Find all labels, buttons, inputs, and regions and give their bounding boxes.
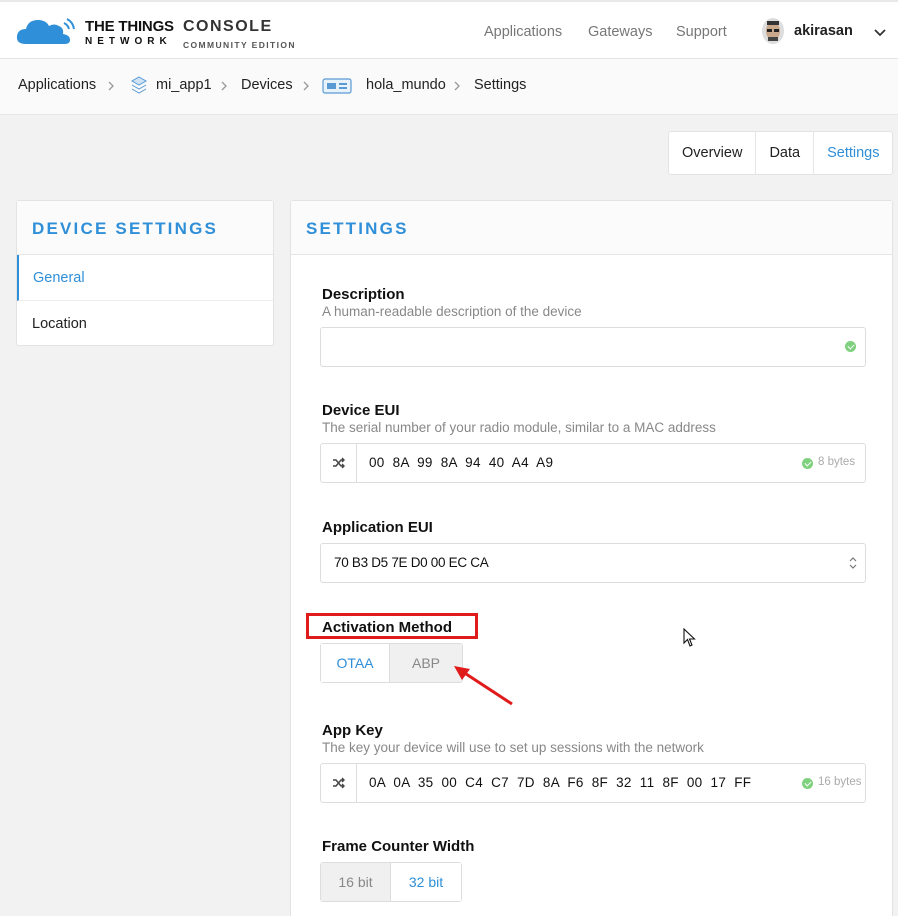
chevron-down-icon[interactable]	[874, 29, 886, 37]
valid-check-icon	[845, 341, 856, 352]
console-title: CONSOLE COMMUNITY EDITION	[183, 18, 296, 51]
device-eui-value: 00 8A 99 8A 94 40 A4 A9	[369, 455, 554, 470]
avatar[interactable]	[762, 18, 784, 44]
breadcrumb-devices[interactable]: Devices	[241, 77, 293, 93]
mouse-cursor-icon	[683, 628, 696, 647]
chevron-right-icon	[108, 81, 114, 91]
device-board-icon	[322, 78, 352, 94]
chevron-right-icon	[303, 81, 309, 91]
frame-counter-option-32[interactable]: 32 bit	[391, 863, 461, 901]
app-eui-select[interactable]: 70 B3 D5 7E D0 00 EC CA	[320, 543, 866, 583]
shuffle-icon[interactable]	[321, 444, 357, 482]
valid-check-icon	[802, 458, 813, 469]
description-label: Description	[322, 286, 405, 303]
description-input[interactable]	[320, 327, 866, 367]
select-arrows-icon	[849, 557, 857, 569]
app-key-label: App Key	[322, 722, 383, 739]
breadcrumb-applications[interactable]: Applications	[18, 77, 96, 93]
application-stack-icon	[130, 76, 148, 94]
shuffle-icon[interactable]	[321, 764, 357, 802]
app-eui-label: Application EUI	[322, 519, 433, 536]
breadcrumb-app[interactable]: mi_app1	[156, 77, 212, 93]
activation-method-toggle: OTAA ABP	[320, 643, 463, 683]
username[interactable]: akirasan	[794, 23, 853, 39]
nav-gateways[interactable]: Gateways	[588, 24, 652, 40]
breadcrumb-device[interactable]: hola_mundo	[366, 77, 446, 93]
ttn-cloud-logo-icon[interactable]	[16, 14, 76, 48]
top-bar: THE THINGS NETWORK CONSOLE COMMUNITY EDI…	[0, 0, 898, 59]
chevron-right-icon	[454, 81, 460, 91]
activation-option-otaa[interactable]: OTAA	[321, 644, 390, 682]
settings-panel: SETTINGS Description A human-readable de…	[290, 200, 893, 916]
app-key-value: 0A 0A 35 00 C4 C7 7D 8A F6 8F 32 11 8F 0…	[369, 775, 752, 790]
app-eui-value: 70 B3 D5 7E D0 00 EC CA	[334, 555, 489, 570]
annotation-highlight-box	[306, 613, 478, 639]
chevron-right-icon	[221, 81, 227, 91]
description-help: A human-readable description of the devi…	[322, 304, 582, 319]
sidebar-item-location[interactable]: Location	[17, 301, 273, 347]
device-eui-help: The serial number of your radio module, …	[322, 420, 716, 435]
breadcrumb-settings: Settings	[474, 77, 527, 93]
sidebar-title: DEVICE SETTINGS	[17, 201, 273, 255]
annotation-arrow-icon	[454, 666, 513, 706]
tab-settings[interactable]: Settings	[814, 132, 892, 174]
tab-overview[interactable]: Overview	[669, 132, 757, 174]
frame-counter-toggle: 16 bit 32 bit	[320, 862, 462, 902]
device-tabs: Overview Data Settings	[668, 131, 893, 175]
byte-count: 16 bytes	[818, 776, 862, 788]
frame-counter-label: Frame Counter Width	[322, 838, 475, 855]
brand-name: THE THINGS NETWORK	[85, 18, 174, 47]
nav-applications[interactable]: Applications	[484, 24, 562, 40]
device-eui-input[interactable]: 00 8A 99 8A 94 40 A4 A9 8 bytes	[320, 443, 866, 483]
app-key-help: The key your device will use to set up s…	[322, 740, 704, 755]
device-eui-label: Device EUI	[322, 402, 400, 419]
device-settings-sidebar: DEVICE SETTINGS General Location	[16, 200, 274, 346]
breadcrumb: Applications mi_app1 Devices hola_mundo …	[0, 59, 898, 115]
panel-title: SETTINGS	[291, 201, 892, 255]
frame-counter-option-16[interactable]: 16 bit	[321, 863, 391, 901]
valid-check-icon	[802, 778, 813, 789]
byte-count: 8 bytes	[818, 456, 856, 468]
tab-data[interactable]: Data	[756, 132, 815, 174]
sidebar-item-general[interactable]: General	[17, 255, 273, 301]
app-key-input[interactable]: 0A 0A 35 00 C4 C7 7D 8A F6 8F 32 11 8F 0…	[320, 763, 866, 803]
nav-support[interactable]: Support	[676, 24, 727, 40]
